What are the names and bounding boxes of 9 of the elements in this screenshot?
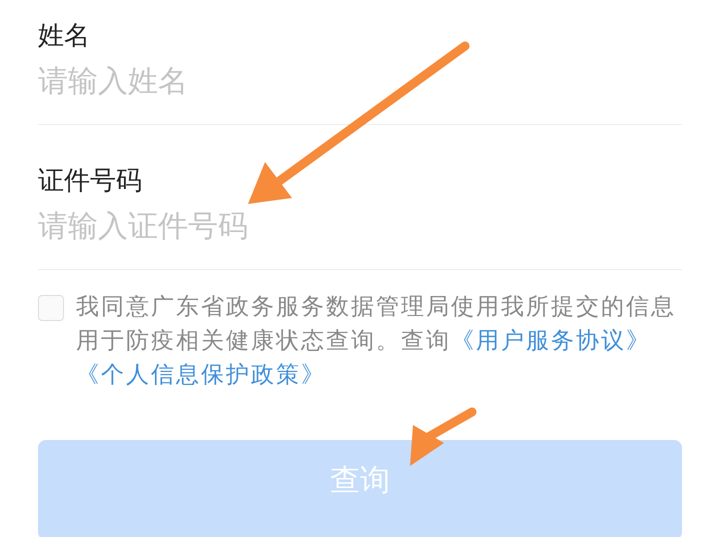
agreement-text: 我同意广东省政务服务数据管理局使用我所提交的信息用于防疫相关健康状态查询。查询《用户服务协议》 《个人信息保护政策》 — [76, 293, 677, 390]
input-field[interactable]: 请输入证件号码 — [38, 199, 682, 269]
field-label: 姓名 — [38, 20, 91, 53]
input-field[interactable]: 请输入姓名 — [38, 54, 682, 124]
policy-link[interactable]: 《个人信息保护政策》 — [76, 362, 326, 388]
field-label: 证件号码 — [38, 165, 143, 198]
checkbox[interactable] — [38, 295, 64, 321]
policy-link[interactable]: 《用户服务协议》 — [451, 328, 651, 354]
annotation-arrow — [410, 408, 476, 466]
